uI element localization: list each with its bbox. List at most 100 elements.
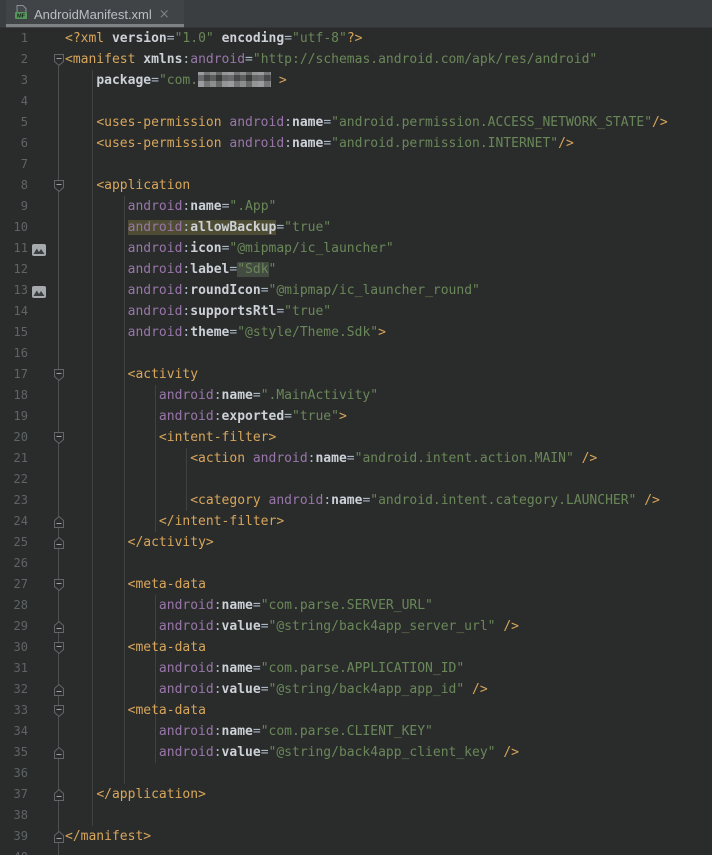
fold-end-icon[interactable] bbox=[53, 683, 65, 697]
code-text: </application> bbox=[65, 784, 206, 805]
line-number: 26 bbox=[0, 553, 28, 574]
line-number: 38 bbox=[0, 805, 28, 826]
code-token bbox=[574, 451, 582, 466]
code-line-23: 23 <category android:name="android.inten… bbox=[0, 490, 712, 511]
code-token: ".App" bbox=[229, 199, 276, 214]
code-token: </application> bbox=[96, 787, 206, 802]
fold-end-icon[interactable] bbox=[53, 536, 65, 550]
code-token: name bbox=[292, 136, 323, 151]
code-token: : bbox=[214, 388, 222, 403]
image-preview-icon[interactable] bbox=[32, 284, 46, 296]
code-token: android bbox=[128, 283, 183, 298]
code-line-4: 4 bbox=[0, 91, 712, 112]
code-token: <application bbox=[96, 178, 190, 193]
fold-end-icon[interactable] bbox=[53, 746, 65, 760]
code-line-14: 14 android:supportsRtl="true" bbox=[0, 301, 712, 322]
code-token: android bbox=[159, 388, 214, 403]
fold-start-icon[interactable] bbox=[53, 578, 65, 592]
code-token: android bbox=[159, 409, 214, 424]
code-text: android:theme="@style/Theme.Sdk"> bbox=[65, 322, 386, 343]
code-token: > bbox=[279, 73, 287, 88]
indent bbox=[65, 304, 128, 319]
fold-end-icon[interactable] bbox=[53, 515, 65, 529]
fold-end-icon[interactable] bbox=[53, 788, 65, 802]
code-token: package bbox=[96, 73, 151, 88]
indent bbox=[65, 661, 159, 676]
code-token: : bbox=[214, 724, 222, 739]
code-token: android bbox=[128, 304, 183, 319]
code-token: </intent-filter> bbox=[159, 514, 284, 529]
code-token: name bbox=[190, 199, 221, 214]
code-token: ".MainActivity" bbox=[261, 388, 378, 403]
svg-text:MF: MF bbox=[17, 13, 26, 19]
line-number: 3 bbox=[0, 70, 28, 91]
fold-end-icon[interactable] bbox=[53, 620, 65, 634]
code-line-36: 36 bbox=[0, 763, 712, 784]
code-token: android bbox=[159, 724, 214, 739]
code-token: "android.intent.action.MAIN" bbox=[355, 451, 574, 466]
code-line-31: 31 android:name="com.parse.APPLICATION_I… bbox=[0, 658, 712, 679]
code-token: <activity bbox=[128, 367, 198, 382]
fold-end-icon[interactable] bbox=[53, 830, 65, 844]
code-line-12: 12 android:label="Sdk" bbox=[0, 259, 712, 280]
fold-start-icon[interactable] bbox=[53, 431, 65, 445]
line-number: 8 bbox=[0, 175, 28, 196]
code-text: android:name="com.parse.SERVER_URL" bbox=[65, 595, 433, 616]
editor-tab-bar: MF AndroidManifest.xml × bbox=[0, 0, 712, 28]
line-number: 10 bbox=[0, 217, 28, 238]
code-token: name bbox=[222, 598, 253, 613]
line-number: 30 bbox=[0, 637, 28, 658]
close-icon[interactable]: × bbox=[159, 8, 170, 21]
code-line-8: 8 <application bbox=[0, 175, 712, 196]
code-token: android bbox=[128, 325, 183, 340]
code-line-5: 5 <uses-permission android:name="android… bbox=[0, 112, 712, 133]
code-token: android bbox=[159, 661, 214, 676]
code-token: "@mipmap/ic_launcher_round" bbox=[269, 283, 480, 298]
code-token: name bbox=[331, 493, 362, 508]
code-text: </activity> bbox=[65, 532, 214, 553]
indent bbox=[65, 283, 128, 298]
code-line-30: 30 <meta-data bbox=[0, 637, 712, 658]
code-token: android bbox=[128, 262, 183, 277]
line-number: 28 bbox=[0, 595, 28, 616]
code-token: : bbox=[214, 682, 222, 697]
code-token: = bbox=[276, 220, 284, 235]
fold-start-icon[interactable] bbox=[53, 179, 65, 193]
image-preview-icon[interactable] bbox=[32, 242, 46, 254]
fold-start-icon[interactable] bbox=[53, 641, 65, 655]
code-token: <intent-filter> bbox=[159, 430, 276, 445]
indent bbox=[65, 220, 128, 235]
code-token: </manifest> bbox=[65, 829, 151, 844]
fold-start-icon[interactable] bbox=[53, 704, 65, 718]
code-token: : bbox=[214, 598, 222, 613]
code-token: "true" bbox=[292, 409, 339, 424]
code-token: = bbox=[284, 31, 292, 46]
code-token: "android.permission.ACCESS_NETWORK_STATE… bbox=[331, 115, 652, 130]
code-text: android:roundIcon="@mipmap/ic_launcher_r… bbox=[65, 280, 480, 301]
code-token: name bbox=[222, 661, 253, 676]
code-token: icon bbox=[190, 241, 221, 256]
code-token: "true" bbox=[284, 304, 331, 319]
code-token: </activity> bbox=[128, 535, 214, 550]
editor[interactable]: 1<?xml version="1.0" encoding="utf-8"?>2… bbox=[0, 28, 712, 855]
code-token: roundIcon bbox=[190, 283, 260, 298]
fold-start-icon[interactable] bbox=[53, 368, 65, 382]
fold-start-icon[interactable] bbox=[53, 53, 65, 67]
code-text: <meta-data bbox=[65, 637, 206, 658]
code-text: <meta-data bbox=[65, 574, 206, 595]
indent bbox=[65, 640, 128, 655]
code-token: "@string/back4app_server_url" bbox=[269, 619, 496, 634]
code-token: <meta-data bbox=[128, 703, 206, 718]
code-token: allowBackup bbox=[190, 220, 276, 235]
line-number: 9 bbox=[0, 196, 28, 217]
code-token: android bbox=[190, 52, 245, 67]
manifest-file-icon: MF bbox=[13, 4, 29, 24]
code-token: = bbox=[253, 598, 261, 613]
line-number: 15 bbox=[0, 322, 28, 343]
code-line-33: 33 <meta-data bbox=[0, 700, 712, 721]
code-token: android bbox=[159, 682, 214, 697]
code-line-24: 24 </intent-filter> bbox=[0, 511, 712, 532]
code-text: android:icon="@mipmap/ic_launcher" bbox=[65, 238, 394, 259]
code-token: android bbox=[159, 619, 214, 634]
line-number: 2 bbox=[0, 49, 28, 70]
